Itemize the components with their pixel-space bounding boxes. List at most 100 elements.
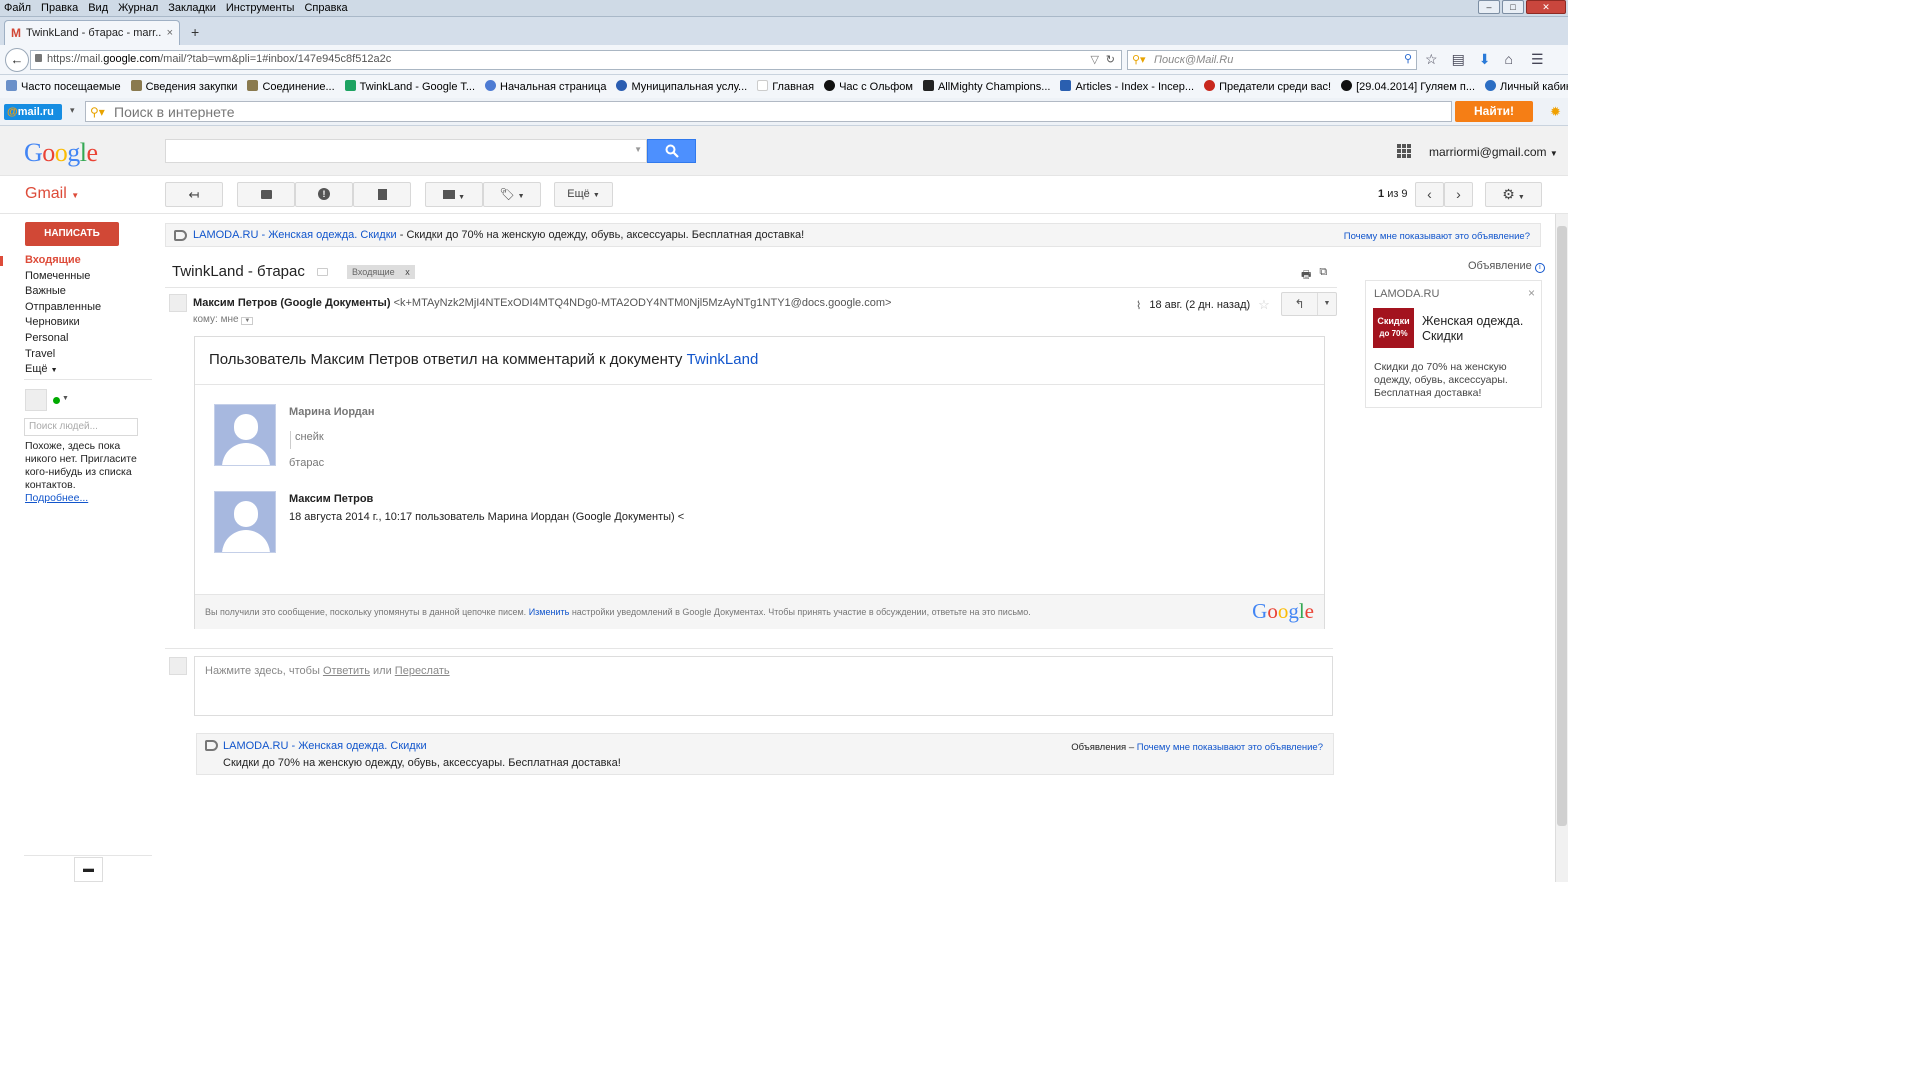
bookmark-item[interactable]: Муниципальная услу...	[616, 80, 747, 98]
mail-search-input[interactable]: ▼	[165, 139, 647, 163]
remove-label-icon[interactable]: x	[405, 267, 410, 277]
print-icon[interactable]: 🖶	[1301, 266, 1311, 285]
menu-bookmarks[interactable]: Закладки	[168, 2, 216, 14]
recipient-toggle[interactable]: кому: мне ▼	[193, 314, 254, 325]
new-window-icon[interactable]: ⧉	[1319, 266, 1327, 285]
search-button[interactable]	[647, 139, 696, 163]
address-bar[interactable]: https://mail.google.com/mail/?tab=wm&pli…	[30, 50, 1122, 70]
bookmark-item[interactable]: Сведения закупки	[130, 80, 237, 98]
bookmark-item[interactable]: TwinkLand - Google T...	[344, 80, 475, 98]
bookmark-item[interactable]: Соединение...	[247, 80, 335, 98]
search-icon[interactable]: ⚲	[1404, 52, 1412, 65]
newer-button[interactable]: ‹	[1415, 182, 1444, 207]
learn-more-link[interactable]: Подробнее...	[25, 492, 88, 504]
reply-icon[interactable]: ↰	[1282, 293, 1318, 315]
search-engine-icon[interactable]: ⚲▾	[1132, 53, 1146, 66]
minimize-icon[interactable]: –	[1478, 0, 1500, 14]
settings-sun-icon[interactable]: ✹	[1550, 104, 1561, 120]
download-icon[interactable]: ⬇	[1479, 51, 1491, 68]
mailru-search-input[interactable]: ⚲▾ Поиск@Mail.Ru ⚲	[1127, 50, 1417, 70]
chevron-down-icon[interactable]: ▾	[70, 105, 75, 116]
chevron-down-icon[interactable]: ▼	[241, 317, 254, 325]
bookmark-item[interactable]: Articles - Index - Incep...	[1060, 80, 1194, 98]
ad-link[interactable]: LAMODA.RU	[223, 740, 288, 752]
report-spam-button[interactable]: !	[295, 182, 353, 207]
archive-button[interactable]	[237, 182, 295, 207]
nav-item-starred[interactable]: Помеченные	[25, 270, 90, 282]
gmail-switcher[interactable]: Gmail ▼	[25, 185, 79, 203]
menu-icon[interactable]: ☰	[1531, 51, 1544, 68]
back-icon[interactable]: ←	[5, 48, 29, 72]
nav-item-drafts[interactable]: Черновики	[25, 316, 80, 328]
mailru-logo[interactable]: @mail.ru	[4, 104, 62, 120]
maximize-icon[interactable]: □	[1502, 0, 1524, 14]
find-button[interactable]: Найти!	[1455, 101, 1533, 122]
people-search-input[interactable]: Поиск людей...	[24, 418, 138, 436]
chat-bubble-icon[interactable]: ▬	[74, 857, 103, 882]
nav-item-sent[interactable]: Отправленные	[25, 301, 101, 313]
nav-item-inbox[interactable]: Входящие	[25, 254, 81, 266]
bookmark-item[interactable]: Личный кабинет "Рос...	[1485, 80, 1568, 98]
ad-title[interactable]: Женская одежда. Скидки	[1422, 314, 1532, 344]
bookmark-item[interactable]: AllMighty Champions...	[922, 80, 1050, 98]
menu-help[interactable]: Справка	[304, 2, 347, 14]
scrollbar[interactable]	[1555, 214, 1568, 882]
inbox-label-chip[interactable]: Входящие x	[347, 265, 415, 279]
avatar[interactable]	[25, 389, 47, 411]
change-settings-link[interactable]: Изменить	[529, 607, 570, 617]
search-options-icon[interactable]: ▼	[634, 145, 642, 154]
reply-link[interactable]: Ответить	[323, 665, 370, 677]
document-link[interactable]: TwinkLand	[687, 351, 759, 368]
nav-item-personal[interactable]: Personal	[25, 332, 68, 344]
chevron-down-icon[interactable]: ▼	[62, 395, 69, 402]
sidebar-ad[interactable]: LAMODA.RU × Скидки до 70% Женская одежда.…	[1365, 280, 1542, 408]
apps-grid-icon[interactable]	[1397, 144, 1411, 158]
search-engine-icon[interactable]: ⚲▾	[90, 105, 105, 119]
move-to-button[interactable]: ▼	[425, 182, 483, 207]
scrollbar-thumb[interactable]	[1557, 226, 1567, 826]
compose-button[interactable]: НАПИСАТЬ	[25, 222, 119, 246]
account-menu[interactable]: marriormi@gmail.com ▼	[1429, 145, 1558, 159]
menu-tools[interactable]: Инструменты	[226, 2, 295, 14]
home-icon[interactable]: ⌂	[1505, 51, 1513, 68]
ad-title-link[interactable]: Женская одежда. Скидки	[298, 740, 426, 752]
reading-list-icon[interactable]: ▤	[1452, 51, 1465, 68]
bookmark-item[interactable]: [29.04.2014] Гуляем п...	[1341, 80, 1475, 98]
dropdown-arrow-icon[interactable]: ▽	[1091, 53, 1099, 66]
bookmark-item[interactable]: Предатели среди вас!	[1204, 80, 1331, 98]
star-icon[interactable]: ☆	[1425, 51, 1438, 68]
nav-item-more[interactable]: Ещё ▼	[25, 363, 58, 375]
reply-box[interactable]: Нажмите здесь, чтобы Ответить или Пересл…	[194, 656, 1333, 716]
reload-icon[interactable]: ↻	[1106, 53, 1115, 66]
delete-button[interactable]	[353, 182, 411, 207]
menu-edit[interactable]: Правка	[41, 2, 78, 14]
ad-link[interactable]: LAMODA.RU	[193, 229, 258, 241]
forward-link[interactable]: Переслать	[395, 665, 450, 677]
google-logo[interactable]: Google	[24, 138, 98, 168]
bookmark-item[interactable]: Начальная страница	[485, 80, 606, 98]
menu-history[interactable]: Журнал	[118, 2, 158, 14]
more-button[interactable]: Ещё ▼	[554, 182, 613, 207]
bookmark-item[interactable]: Главная	[757, 80, 814, 98]
mailru-web-search-input[interactable]: ⚲▾ Поиск в интернете	[85, 101, 1452, 122]
why-this-ad-link[interactable]: Почему мне показывают это объявление?	[1344, 231, 1530, 242]
back-to-inbox-button[interactable]: ↤	[165, 182, 223, 207]
ad-title-link[interactable]: Женская одежда. Скидки	[268, 229, 396, 241]
menu-view[interactable]: Вид	[88, 2, 108, 14]
sender-name[interactable]: Максим Петров (Google Документы)	[193, 297, 391, 309]
tab-gmail[interactable]: M TwinkLand - бтарас - marr... ×	[4, 20, 180, 45]
status-online-icon[interactable]	[53, 397, 60, 404]
older-button[interactable]: ›	[1444, 182, 1473, 207]
bookmark-item[interactable]: Часто посещаемые	[6, 80, 121, 98]
bookmark-item[interactable]: Час с Ольфом	[824, 80, 913, 98]
nav-item-important[interactable]: Важные	[25, 285, 66, 297]
info-icon[interactable]: i	[1534, 263, 1545, 273]
tab-close-icon[interactable]: ×	[167, 27, 173, 39]
close-icon[interactable]: ×	[1528, 286, 1535, 300]
why-this-ad-link[interactable]: Почему мне показывают это объявление?	[1137, 742, 1323, 753]
new-tab-icon[interactable]: +	[191, 24, 199, 40]
settings-button[interactable]: ⚙ ▼	[1485, 182, 1542, 207]
sender-avatar[interactable]	[169, 294, 187, 312]
close-window-icon[interactable]: ✕	[1526, 0, 1566, 14]
star-icon[interactable]: ☆	[1258, 297, 1270, 313]
